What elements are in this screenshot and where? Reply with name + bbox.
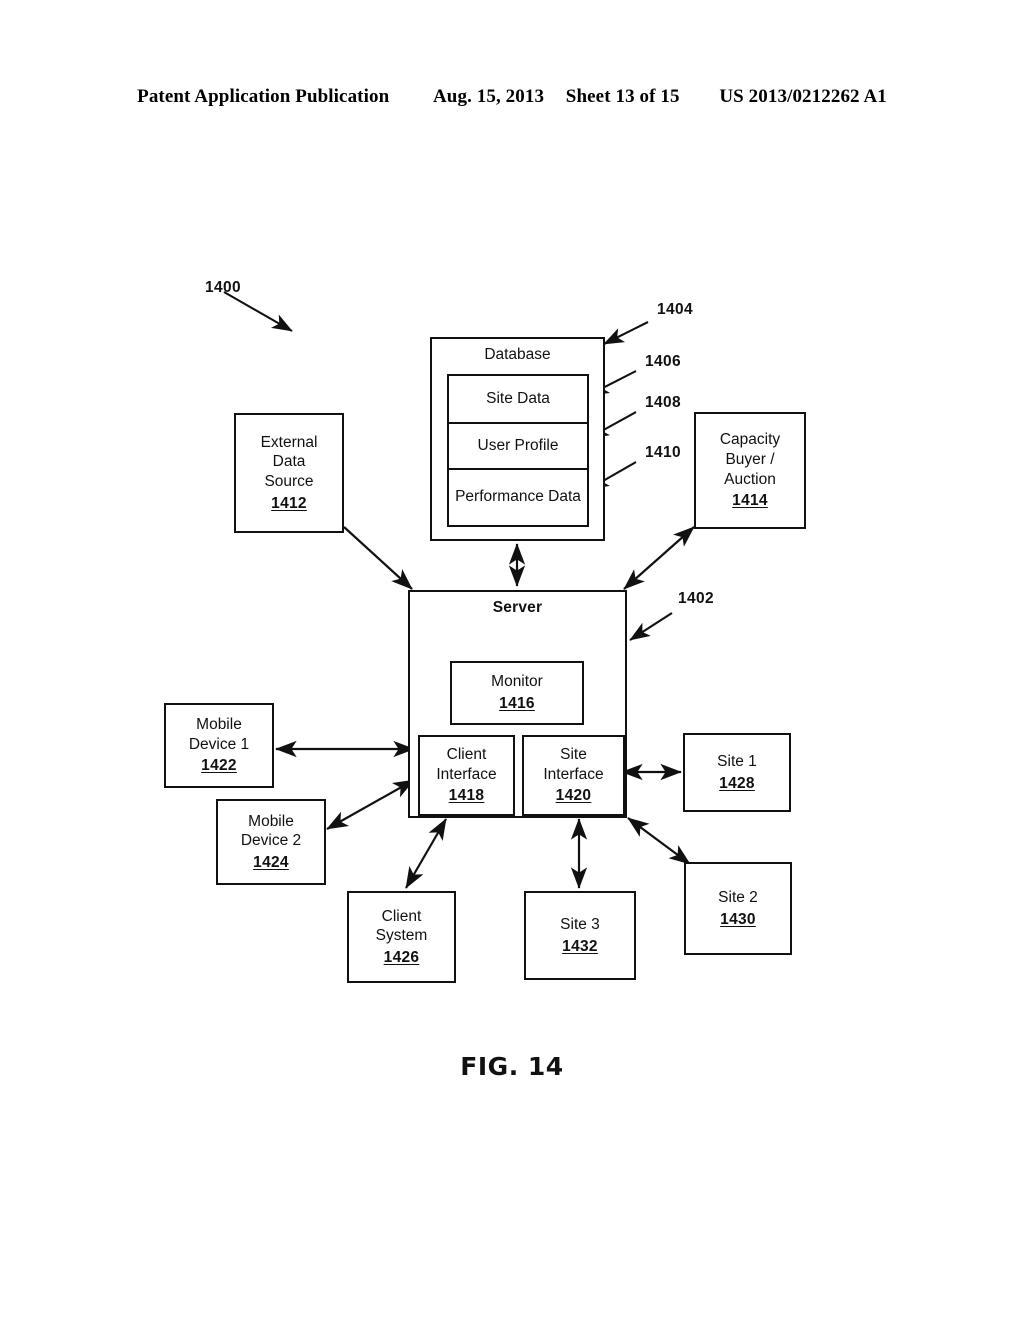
link-site-interface-site-2 — [627, 817, 691, 865]
site-interface-ref: 1420 — [555, 787, 592, 805]
site-3-box[interactable]: Site 3 1432 — [524, 891, 636, 980]
database-cell-performance-data-label: Performance Data — [455, 488, 581, 507]
server-title: Server — [492, 599, 543, 616]
client-interface-line-2: Interface — [436, 765, 497, 783]
site-interface-line-1: Site — [560, 746, 587, 764]
database-cell-site-data-label: Site Data — [486, 389, 550, 407]
site-1-ref: 1428 — [719, 774, 755, 792]
client-system-line-2: System — [375, 927, 428, 945]
mobile-device-1-ref: 1422 — [201, 757, 237, 775]
external-data-source-line-1: External — [260, 433, 318, 451]
database-cell-user-profile-label: User Profile — [477, 436, 559, 454]
link-server-capacity-buyer — [623, 526, 695, 590]
capacity-buyer-line-2: Buyer / — [725, 450, 775, 468]
monitor-line-1: Monitor — [491, 673, 543, 691]
figure-14-diagram: 1400 1404 1406 1408 1410 1402 Database S… — [0, 0, 1024, 1320]
site-1-box[interactable]: Site 1 1428 — [683, 733, 791, 812]
mobile-device-2-line-1: Mobile — [248, 812, 294, 830]
client-system-box[interactable]: Client System 1426 — [347, 891, 456, 983]
site-interface-box[interactable]: Site Interface 1420 — [522, 735, 625, 816]
monitor-ref: 1416 — [499, 695, 535, 712]
capacity-buyer-auction-box[interactable]: Capacity Buyer / Auction 1414 — [694, 412, 806, 529]
link-client-interface-client-system — [405, 818, 447, 889]
site-interface-line-2: Interface — [543, 765, 604, 783]
database-title: Database — [484, 346, 551, 363]
ref-callout-1410: 1410 — [645, 444, 682, 461]
link-server-external-data-source — [323, 507, 413, 590]
site-1-line-1: Site 1 — [717, 752, 757, 770]
performance-data-line-2: Data — [548, 488, 581, 506]
client-interface-box[interactable]: Client Interface 1418 — [418, 735, 515, 816]
site-3-line-1: Site 3 — [560, 915, 600, 933]
database-cell-performance-data[interactable]: Performance Data — [447, 468, 589, 527]
monitor-box[interactable]: Monitor 1416 — [450, 661, 584, 725]
database-cell-site-data[interactable]: Site Data — [447, 374, 589, 422]
site-2-box[interactable]: Site 2 1430 — [684, 862, 792, 955]
site-2-ref: 1430 — [720, 910, 756, 928]
database-cell-user-profile[interactable]: User Profile — [447, 422, 589, 468]
performance-data-line-1: Performance — [455, 488, 544, 506]
mobile-device-1-line-1: Mobile — [196, 716, 242, 734]
mobile-device-1-box[interactable]: Mobile Device 1 1422 — [164, 703, 274, 788]
mobile-device-1-line-2: Device 1 — [188, 735, 250, 753]
mobile-device-2-ref: 1424 — [253, 853, 289, 871]
ref-callout-1408: 1408 — [645, 394, 682, 411]
leader-1404 — [603, 321, 649, 345]
external-data-source-box[interactable]: External Data Source 1412 — [234, 413, 344, 533]
mobile-device-2-box[interactable]: Mobile Device 2 1424 — [216, 799, 326, 885]
client-system-line-1: Client — [381, 907, 422, 925]
site-3-ref: 1432 — [562, 937, 598, 955]
external-data-source-line-2: Data — [272, 453, 306, 471]
capacity-buyer-line-1: Capacity — [719, 431, 781, 449]
client-system-ref: 1426 — [383, 948, 420, 966]
client-interface-line-1: Client — [446, 746, 487, 764]
external-data-source-line-3: Source — [264, 473, 314, 490]
site-2-line-1: Site 2 — [718, 888, 758, 906]
ref-callout-1406: 1406 — [645, 353, 682, 370]
link-client-interface-mobile-device-2 — [326, 779, 415, 830]
external-data-source-ref: 1412 — [271, 494, 307, 512]
ref-callout-1402: 1402 — [678, 590, 715, 607]
leader-1400 — [223, 291, 293, 332]
ref-callout-1400: 1400 — [205, 279, 242, 296]
client-interface-ref: 1418 — [448, 787, 485, 805]
mobile-device-2-line-2: Device 2 — [240, 832, 302, 850]
ref-callout-1404: 1404 — [657, 301, 694, 318]
capacity-buyer-ref: 1414 — [732, 492, 768, 510]
figure-caption: FIG. 14 — [460, 1052, 564, 1081]
capacity-buyer-line-3: Auction — [724, 470, 776, 488]
leader-1402 — [629, 612, 673, 641]
